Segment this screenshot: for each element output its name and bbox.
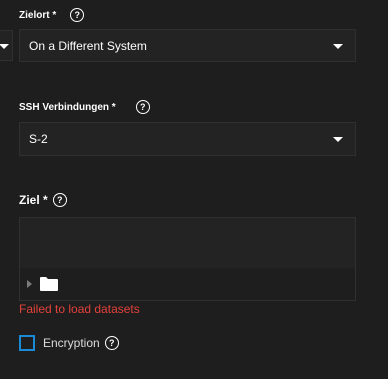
destination-select[interactable]: On a Different System	[19, 29, 356, 62]
datasets-error-message: Failed to load datasets	[19, 302, 140, 316]
chevron-down-icon	[333, 137, 343, 142]
target-label: Ziel * ?	[19, 193, 67, 207]
destination-label: Zielort * ?	[19, 8, 85, 22]
encryption-checkbox[interactable]	[19, 335, 35, 351]
replication-form: Zielort * ? On a Different System SSH Ve…	[0, 0, 388, 379]
previous-select-stub[interactable]	[0, 30, 13, 61]
tree-root-node[interactable]	[27, 276, 59, 292]
ssh-connections-select-value: S-2	[29, 132, 48, 146]
chevron-down-icon	[0, 43, 9, 49]
destination-label-text: Zielort *	[19, 9, 57, 21]
dataset-tree	[19, 217, 356, 301]
help-icon[interactable]: ?	[70, 8, 85, 22]
ssh-connections-label-text: SSH Verbindungen *	[19, 101, 116, 113]
help-icon[interactable]: ?	[104, 336, 119, 350]
encryption-label[interactable]: Encryption	[43, 336, 100, 350]
destination-select-value: On a Different System	[29, 38, 147, 53]
expand-arrow-icon[interactable]	[27, 280, 32, 288]
chevron-down-icon	[333, 43, 343, 49]
target-label-text: Ziel *	[19, 193, 48, 207]
help-icon[interactable]: ?	[52, 193, 67, 207]
folder-icon	[40, 277, 58, 291]
target-path-input[interactable]	[20, 218, 355, 268]
encryption-option: Encryption ?	[19, 335, 119, 351]
ssh-connections-select[interactable]: S-2	[19, 122, 356, 156]
help-icon[interactable]: ?	[135, 100, 150, 114]
ssh-connections-label: SSH Verbindungen * ?	[19, 100, 150, 114]
